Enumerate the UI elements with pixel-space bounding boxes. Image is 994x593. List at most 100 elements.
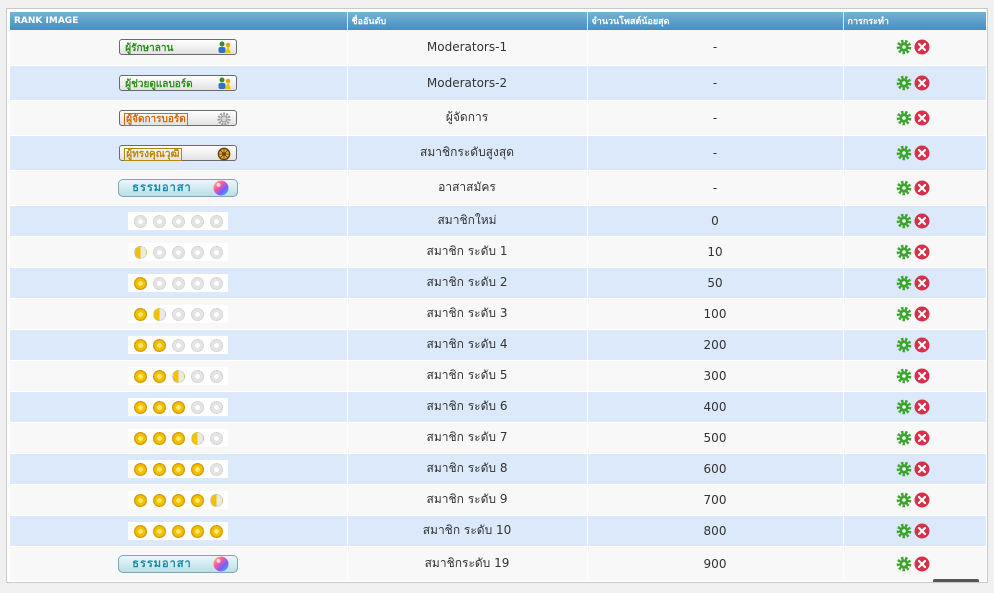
edit-rank-button[interactable] (896, 306, 912, 322)
edit-rank-button[interactable] (896, 110, 912, 126)
delete-rank-button[interactable] (914, 556, 930, 572)
wheel-icon (152, 462, 166, 476)
rank-image-cell: ธรรมอาสา (10, 546, 348, 582)
rank-image-cell: ผู้รักษาลาน (10, 30, 348, 66)
gear-icon (896, 275, 911, 290)
table-header: RANK IMAGE ชื่ออันดับ จำนวนโพสต์น้อยสุด … (10, 12, 986, 30)
wheel-icon (152, 369, 166, 383)
edit-rank-button[interactable] (896, 275, 912, 291)
delete-rank-button[interactable] (914, 430, 930, 446)
rank-wheels (128, 490, 229, 509)
edit-rank-button[interactable] (896, 75, 912, 91)
rank-wheels (128, 211, 229, 230)
gear-icon (896, 244, 911, 259)
scroll-button[interactable] (933, 579, 979, 582)
delete-rank-button[interactable] (914, 306, 930, 322)
table-row: ผู้รักษาลาน Moderators-1- (10, 30, 987, 66)
edit-rank-button[interactable] (896, 180, 912, 196)
header-action: การกระทำ (843, 12, 986, 30)
gear-icon (896, 430, 911, 445)
rank-name: สมาชิก ระดับ 1 (347, 236, 588, 268)
gear-icon (896, 110, 911, 125)
wheel-icon (209, 245, 223, 259)
rank-min-posts: 500 (587, 422, 844, 454)
gear-icon (896, 399, 911, 414)
wheel-icon (190, 493, 204, 507)
edit-rank-button[interactable] (896, 213, 912, 229)
rank-badge-text: ผู้รักษาลาน (125, 43, 174, 55)
edit-rank-button[interactable] (896, 368, 912, 384)
delete-icon (914, 523, 929, 538)
delete-icon (914, 213, 929, 228)
rank-image-cell: ผู้ทรงคุณวุฒิ (10, 135, 348, 171)
rank-min-posts: 300 (587, 360, 844, 392)
wheel-icon (190, 276, 204, 290)
table-row: ธรรมอาสา อาสาสมัคร - (10, 170, 987, 206)
rank-image-cell: ผู้จัดการบอร์ด (10, 100, 348, 136)
gear-icon (896, 145, 911, 160)
delete-rank-button[interactable] (914, 39, 930, 55)
edit-rank-button[interactable] (896, 556, 912, 572)
table-row: สมาชิก ระดับ 8 600 (10, 453, 987, 485)
wheel-icon (209, 276, 223, 290)
rank-name: สมาชิก ระดับ 3 (347, 298, 588, 330)
delete-rank-button[interactable] (914, 145, 930, 161)
rank-min-posts: 600 (587, 453, 844, 485)
edit-rank-button[interactable] (896, 492, 912, 508)
rank-name: สมาชิก ระดับ 9 (347, 484, 588, 516)
wheel-icon (171, 431, 185, 445)
gear-icon (896, 213, 911, 228)
delete-rank-button[interactable] (914, 337, 930, 353)
rank-min-posts: 0 (587, 205, 844, 237)
delete-rank-button[interactable] (914, 244, 930, 260)
wheel-icon (152, 307, 166, 321)
delete-rank-button[interactable] (914, 275, 930, 291)
table-row: สมาชิก ระดับ 7 500 (10, 422, 987, 454)
delete-rank-button[interactable] (914, 523, 930, 539)
wheel-icon (133, 276, 147, 290)
rank-min-posts: - (587, 30, 844, 66)
delete-rank-button[interactable] (914, 110, 930, 126)
delete-icon (914, 275, 929, 290)
edit-rank-button[interactable] (896, 461, 912, 477)
rank-badge: ผู้จัดการบอร์ด (119, 109, 238, 126)
rank-min-posts: 900 (587, 546, 844, 582)
rank-actions (843, 453, 987, 485)
rank-image-cell (10, 422, 348, 454)
wheel-icon (133, 245, 147, 259)
color-ball-icon (213, 180, 229, 196)
edit-rank-button[interactable] (896, 244, 912, 260)
delete-rank-button[interactable] (914, 213, 930, 229)
wheel-icon (190, 369, 204, 383)
gear-icon (896, 492, 911, 507)
rank-min-posts: - (587, 135, 844, 171)
edit-rank-button[interactable] (896, 337, 912, 353)
delete-rank-button[interactable] (914, 75, 930, 91)
rank-name: Moderators-1 (347, 30, 588, 66)
edit-rank-button[interactable] (896, 145, 912, 161)
edit-rank-button[interactable] (896, 523, 912, 539)
rank-wheels (128, 335, 229, 354)
edit-rank-button[interactable] (896, 399, 912, 415)
rank-actions (843, 391, 987, 423)
delete-rank-button[interactable] (914, 399, 930, 415)
rank-image-cell (10, 484, 348, 516)
edit-rank-button[interactable] (896, 39, 912, 55)
rank-name: สมาชิกระดับสูงสุด (347, 135, 588, 171)
wheel-icon (171, 369, 185, 383)
delete-icon (914, 492, 929, 507)
gear-icon (896, 556, 911, 571)
rank-name: สมาชิก ระดับ 2 (347, 267, 588, 299)
delete-rank-button[interactable] (914, 461, 930, 477)
rank-badge-text: ธรรมอาสา (132, 556, 192, 570)
rank-badge-text: ผู้ช่วยดูแลบอร์ด (125, 78, 193, 90)
rank-actions (843, 298, 987, 330)
rank-actions (843, 170, 987, 206)
delete-icon (914, 337, 929, 352)
delete-rank-button[interactable] (914, 492, 930, 508)
delete-rank-button[interactable] (914, 368, 930, 384)
delete-rank-button[interactable] (914, 180, 930, 196)
table-row: สมาชิกใหม่ 0 (10, 205, 987, 237)
edit-rank-button[interactable] (896, 430, 912, 446)
table-row: สมาชิก ระดับ 2 50 (10, 267, 987, 299)
